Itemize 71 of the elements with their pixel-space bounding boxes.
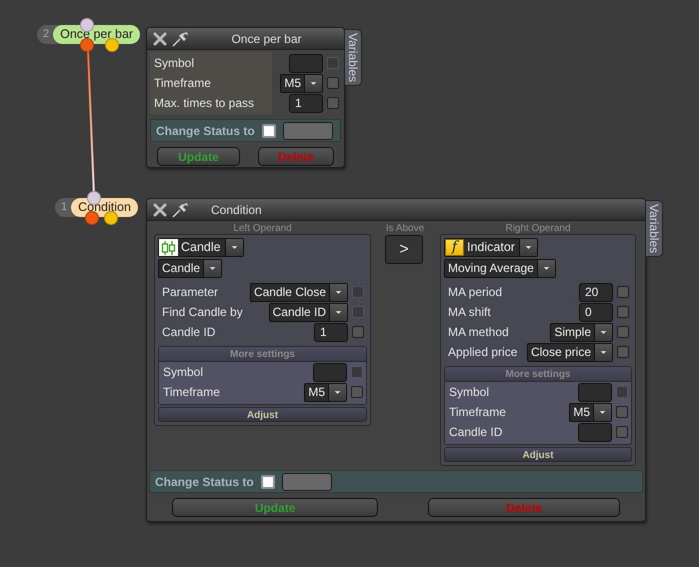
dropdown[interactable]: Moving Average (444, 259, 556, 278)
checkbox[interactable] (617, 286, 629, 298)
checkbox[interactable] (617, 326, 629, 338)
adjust-button[interactable]: Adjust (444, 447, 632, 462)
dropdown[interactable]: M5 (569, 402, 612, 422)
field-label: Find Candle by (162, 305, 244, 319)
status-checkbox[interactable] (260, 474, 275, 488)
type-dropdown[interactable]: f Indicator (444, 238, 538, 257)
field-label: Symbol (154, 56, 196, 70)
dropdown[interactable]: Candle ID (268, 302, 348, 322)
section-header: More settings (445, 367, 631, 382)
dropdown[interactable]: M5 (304, 382, 347, 402)
field-label: Timeframe (449, 405, 507, 419)
status-checkbox[interactable] (262, 124, 276, 138)
window-title: Once per bar (230, 32, 303, 46)
dropdown[interactable]: Candle (158, 259, 222, 278)
checkbox[interactable] (327, 97, 339, 109)
field-label: MA shift (448, 305, 492, 319)
section-header: More settings (159, 347, 366, 362)
comparator-heading: Is Above (385, 223, 425, 234)
field-label: Symbol (163, 365, 204, 379)
status-field[interactable] (282, 122, 333, 140)
dropdown[interactable]: Simple (550, 322, 613, 342)
input-field[interactable] (578, 382, 612, 402)
field-label: Max. times to pass (154, 96, 256, 110)
input-field[interactable] (578, 422, 612, 442)
input-field[interactable]: 1 (289, 94, 323, 112)
output-port[interactable] (85, 211, 99, 225)
checkbox[interactable] (351, 386, 363, 398)
type-dropdown[interactable]: Candle (158, 238, 244, 257)
field-label: Symbol (449, 385, 490, 399)
checkbox[interactable] (616, 406, 628, 418)
comparator-button[interactable]: > (385, 235, 423, 264)
input-field[interactable] (313, 362, 347, 382)
operand-heading: Right Operand (504, 223, 572, 234)
pin-icon[interactable] (171, 202, 191, 218)
adjust-button[interactable]: Adjust (158, 407, 367, 422)
field-label: Parameter (162, 285, 220, 299)
field-label: MA method (448, 325, 510, 339)
field-label: Candle ID (449, 425, 504, 439)
field-label: MA period (448, 285, 504, 299)
operand-heading: Left Operand (232, 223, 293, 234)
checkbox[interactable] (327, 77, 339, 89)
field-label: Timeframe (154, 76, 212, 90)
checkbox[interactable] (617, 346, 629, 358)
status-field[interactable] (282, 472, 332, 490)
input-field[interactable]: 1 (314, 322, 348, 342)
field-label: Applied price (448, 345, 518, 359)
side-tab[interactable]: Variables (345, 29, 362, 86)
input-field[interactable]: 20 (579, 282, 613, 302)
pin-icon[interactable] (171, 30, 191, 46)
function-icon: f (445, 239, 464, 256)
output-port[interactable] (80, 38, 94, 52)
checkbox[interactable] (617, 306, 629, 318)
field-label: Candle ID (162, 325, 216, 339)
dropdown[interactable]: Close price (526, 342, 613, 362)
checkbox[interactable] (616, 426, 628, 438)
output-port[interactable] (104, 211, 118, 225)
close-icon[interactable] (153, 32, 167, 46)
input-field[interactable]: 0 (579, 302, 613, 322)
status-label: Change Status to (156, 124, 255, 138)
side-tab[interactable]: Variables (646, 200, 663, 258)
window-title: Condition (210, 202, 263, 216)
checkbox[interactable] (352, 326, 364, 338)
candlestick-icon (159, 239, 178, 256)
status-label: Change Status to (155, 474, 254, 488)
dropdown[interactable]: Candle Close (250, 282, 348, 302)
dropdown[interactable]: M5 (280, 74, 323, 92)
close-icon[interactable] (153, 202, 167, 216)
field-label: Timeframe (163, 385, 221, 399)
input-field[interactable] (289, 54, 323, 72)
